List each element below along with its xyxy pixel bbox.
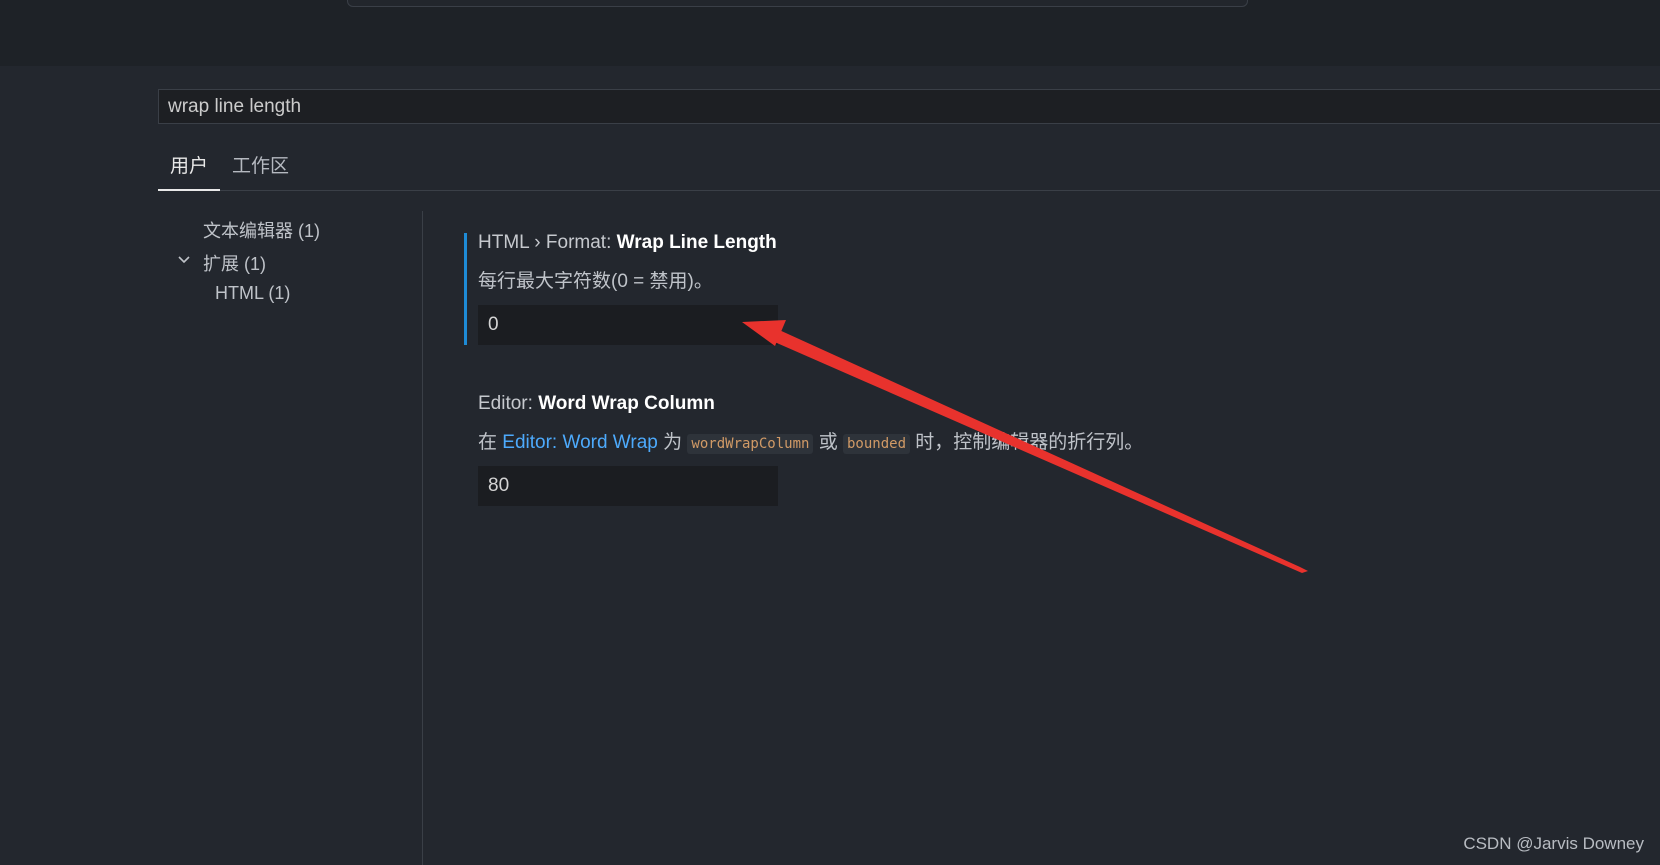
toc-divider (422, 211, 423, 865)
chevron-down-icon[interactable] (176, 252, 192, 268)
settings-scope-tabs: 用户 工作区 (158, 150, 1660, 191)
desc-text: 在 (478, 432, 503, 453)
title-bar (0, 0, 1660, 66)
setting-category: Editor: (478, 393, 539, 414)
setting-description: 每行最大字符数(0 = 禁用)。 (478, 271, 713, 292)
editor-word-wrap-link[interactable]: Editor: Word Wrap (502, 432, 658, 453)
command-center[interactable] (347, 0, 1248, 7)
settings-search-input[interactable]: wrap line length (158, 89, 1660, 124)
code-word-wrap-column: wordWrapColumn (687, 434, 814, 454)
setting-category: HTML › Format: (478, 232, 617, 253)
focused-setting-indicator (464, 233, 467, 345)
tab-user[interactable]: 用户 (158, 150, 221, 191)
toc-item-extensions[interactable]: 扩展 (1) (203, 250, 266, 276)
tab-workspace[interactable]: 工作区 (220, 150, 301, 189)
desc-text: 时，控制编辑器的折行列。 (910, 432, 1144, 453)
watermark: CSDN @Jarvis Downey (1463, 834, 1644, 853)
desc-text: 或 (813, 432, 843, 453)
setting-description: 在 Editor: Word Wrap 为 wordWrapColumn 或 b… (478, 427, 1143, 454)
wrap-line-length-input[interactable]: 0 (478, 305, 778, 345)
desc-text: 为 (657, 432, 688, 453)
code-bounded: bounded (843, 434, 911, 454)
toc-item-html[interactable]: HTML (1) (215, 283, 290, 304)
setting-title-wrap-line-length: HTML › Format: Wrap Line Length (478, 232, 777, 254)
toc-item-text-editor[interactable]: 文本编辑器 (1) (203, 217, 320, 243)
word-wrap-column-input[interactable]: 80 (478, 466, 778, 506)
setting-name: Word Wrap Column (538, 393, 715, 414)
setting-title-word-wrap-column: Editor: Word Wrap Column (478, 393, 715, 415)
setting-name: Wrap Line Length (616, 232, 777, 253)
